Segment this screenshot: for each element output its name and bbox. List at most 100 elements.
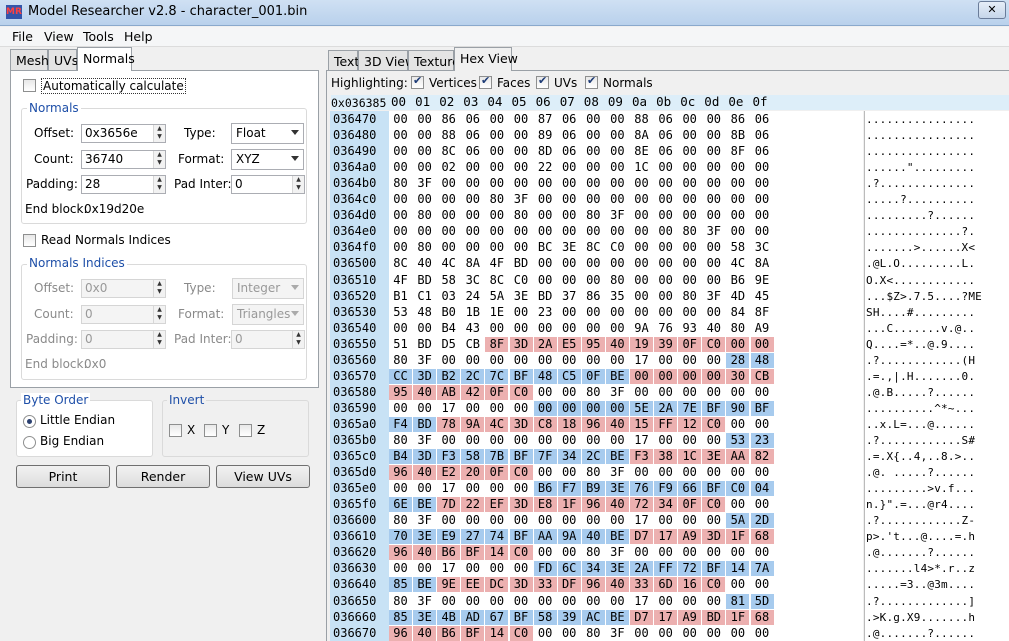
close-button[interactable]: ✕ — [978, 1, 1006, 19]
hex-byte[interactable]: 43 — [461, 321, 484, 336]
hex-byte[interactable]: 17 — [630, 513, 653, 528]
hex-byte[interactable]: 00 — [461, 353, 484, 368]
hex-byte[interactable]: 3F — [413, 176, 436, 191]
hex-byte[interactable]: 0F — [581, 368, 605, 384]
hex-byte[interactable]: 14 — [485, 625, 509, 641]
hex-byte[interactable]: 27 — [461, 529, 485, 545]
hex-byte[interactable]: 9A — [461, 416, 485, 432]
hex-byte[interactable]: 00 — [726, 545, 749, 560]
hex-byte[interactable]: 3F — [413, 433, 436, 448]
hex-byte[interactable]: 00 — [630, 385, 653, 400]
hex-byte[interactable]: 88 — [630, 112, 653, 127]
hex-byte[interactable]: 96 — [389, 545, 412, 561]
hex-byte[interactable]: 00 — [437, 240, 460, 255]
hex-byte[interactable]: 06 — [751, 128, 774, 143]
hex-byte[interactable]: C0 — [606, 240, 629, 255]
hex-byte[interactable]: A9 — [751, 321, 774, 336]
hex-byte[interactable]: 00 — [582, 160, 605, 175]
hex-byte[interactable]: 00 — [534, 545, 557, 560]
hex-byte[interactable]: 00 — [606, 224, 629, 239]
hex-byte[interactable]: 8F — [751, 305, 774, 320]
hex-byte[interactable]: 3F — [606, 208, 629, 223]
hex-byte[interactable]: 3F — [413, 513, 436, 528]
hex-byte[interactable]: 00 — [606, 112, 629, 127]
hex-byte[interactable]: 80 — [413, 208, 436, 223]
hex-byte[interactable]: 00 — [726, 385, 749, 400]
hex-byte[interactable]: 00 — [485, 224, 508, 239]
hex-byte[interactable]: 14 — [485, 545, 509, 561]
hex-byte[interactable]: 00 — [678, 353, 701, 368]
hex-byte[interactable]: 00 — [461, 160, 484, 175]
hex-byte[interactable]: 3F — [702, 224, 725, 239]
hex-byte[interactable]: F9 — [654, 481, 678, 497]
hex-byte[interactable]: 00 — [702, 385, 725, 400]
hex-byte[interactable]: 00 — [630, 192, 653, 207]
idx-padding-field[interactable]: 0 ▲ ▼ — [81, 330, 166, 349]
hex-byte[interactable]: 00 — [558, 465, 581, 480]
hex-byte[interactable]: BF — [509, 609, 533, 625]
hex-byte[interactable]: CB — [750, 368, 774, 384]
hex-byte[interactable]: 7B — [485, 449, 509, 465]
hex-byte[interactable]: 00 — [751, 465, 774, 480]
hex-byte[interactable]: 00 — [557, 400, 581, 416]
menu-view[interactable]: View — [44, 29, 74, 44]
hex-byte[interactable]: 37 — [558, 289, 581, 304]
hex-byte[interactable]: 00 — [678, 545, 701, 560]
hex-byte[interactable]: C0 — [509, 625, 533, 641]
hex-byte[interactable]: 00 — [702, 545, 725, 560]
hex-byte[interactable]: BE — [605, 449, 629, 465]
hex-byte[interactable]: 00 — [751, 224, 774, 239]
hex-byte[interactable]: 00 — [461, 401, 484, 416]
hex-byte[interactable]: 0F — [678, 336, 702, 352]
hex-byte[interactable]: 00 — [606, 513, 629, 528]
hex-byte[interactable]: 00 — [605, 400, 629, 416]
idx-padinter-field[interactable]: 0 ▲ ▼ — [231, 330, 305, 349]
hex-byte[interactable]: 00 — [678, 385, 701, 400]
hex-byte[interactable]: 2D — [750, 513, 774, 529]
hex-byte[interactable]: 00 — [726, 497, 749, 512]
offset-field[interactable]: 0x3656e ▲ ▼ — [81, 124, 166, 143]
hex-byte[interactable]: 00 — [389, 208, 412, 223]
hex-byte[interactable]: 06 — [751, 112, 774, 127]
hex-byte[interactable]: 00 — [534, 594, 557, 609]
hex-byte[interactable]: 00 — [702, 128, 725, 143]
idx-type-select[interactable]: Integer — [232, 278, 304, 299]
hex-byte[interactable]: 40 — [413, 545, 437, 561]
hex-byte[interactable]: 00 — [751, 626, 774, 641]
hex-byte[interactable]: 00 — [437, 208, 460, 223]
hex-byte[interactable]: 00 — [533, 400, 557, 416]
hex-byte[interactable]: 00 — [389, 224, 412, 239]
hex-byte[interactable]: 00 — [582, 594, 605, 609]
hex-byte[interactable]: 06 — [558, 112, 581, 127]
hex-byte[interactable]: 00 — [582, 273, 605, 288]
hex-byte[interactable]: 00 — [630, 465, 653, 480]
hex-byte[interactable]: FD — [533, 561, 557, 577]
hex-byte[interactable]: 00 — [606, 144, 629, 159]
hex-byte[interactable]: 6C — [557, 561, 581, 577]
hex-byte[interactable]: 3F — [606, 385, 629, 400]
hex-byte[interactable]: 4B — [437, 609, 461, 625]
hex-byte[interactable]: 00 — [654, 385, 677, 400]
hex-byte[interactable]: 00 — [606, 176, 629, 191]
hex-byte[interactable]: 00 — [702, 273, 725, 288]
hex-byte[interactable]: 00 — [726, 417, 749, 432]
hex-byte[interactable]: 00 — [606, 160, 629, 175]
hex-byte[interactable]: 80 — [389, 176, 412, 191]
hex-byte[interactable]: 86 — [437, 112, 460, 127]
hex-byte[interactable]: 00 — [558, 176, 581, 191]
hex-byte[interactable]: 00 — [437, 513, 460, 528]
hex-byte[interactable]: EF — [485, 497, 509, 513]
hex-byte[interactable]: 00 — [558, 626, 581, 641]
hex-byte[interactable]: 00 — [630, 208, 653, 223]
hex-byte[interactable]: 80 — [582, 385, 605, 400]
hex-byte[interactable]: 3F — [702, 289, 725, 304]
hex-byte[interactable]: BE — [605, 529, 629, 545]
hex-byte[interactable]: F3 — [437, 449, 461, 465]
hex-byte[interactable]: 87 — [534, 112, 557, 127]
hex-byte[interactable]: 00 — [558, 305, 581, 320]
hex-byte[interactable]: 12 — [678, 416, 702, 432]
hex-byte[interactable]: 17 — [437, 481, 460, 496]
hex-byte[interactable]: 00 — [678, 176, 701, 191]
hex-byte[interactable]: 15 — [630, 416, 653, 432]
hex-byte[interactable]: 00 — [606, 433, 629, 448]
